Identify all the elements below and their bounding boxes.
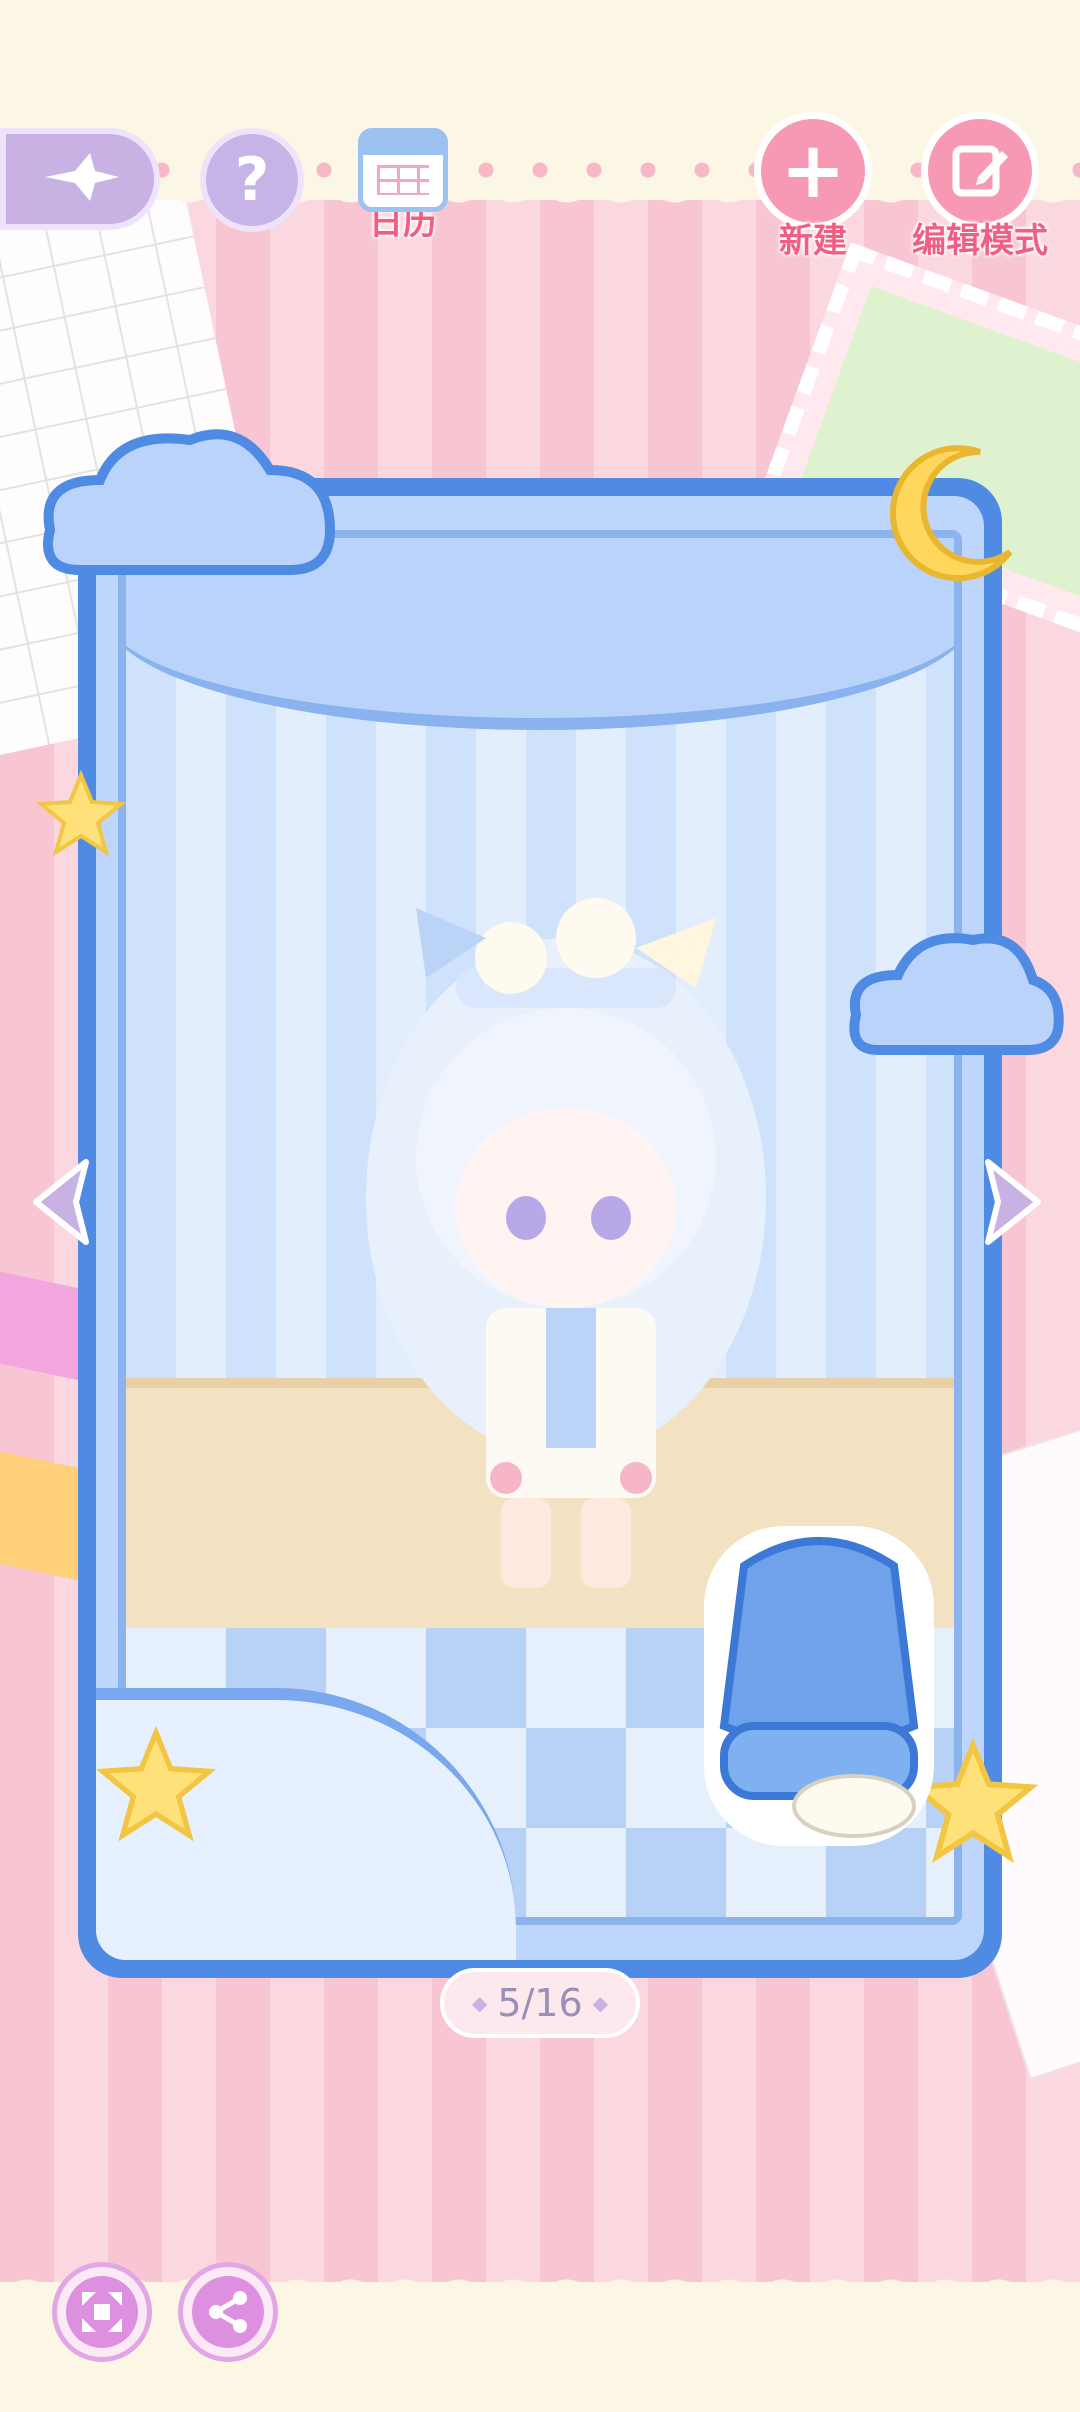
back-sparkle-icon: [35, 147, 125, 211]
page-indicator: ◆ 5/16 ◆: [440, 1968, 640, 2038]
cloud-icon: [43, 429, 336, 575]
armchair-sticker: [704, 1526, 934, 1846]
new-button[interactable]: + 新建: [748, 112, 878, 260]
moon-icon: [889, 445, 1013, 582]
question-icon: ?: [234, 145, 270, 215]
back-button[interactable]: [0, 128, 160, 230]
cloud-icon: [849, 933, 1064, 1055]
star-icon: [96, 1726, 216, 1842]
edit-icon: [921, 112, 1039, 230]
next-arrow-icon[interactable]: [948, 1152, 1048, 1252]
help-button[interactable]: ?: [200, 128, 304, 232]
page-dot-left: ◆: [471, 1991, 488, 2015]
share-button[interactable]: [178, 2262, 278, 2362]
share-icon: [209, 2291, 247, 2333]
new-label: 新建: [779, 221, 847, 261]
page-dot-right: ◆: [592, 1991, 609, 2015]
star-icon: [36, 770, 126, 857]
calendar-icon: [358, 128, 448, 212]
edit-mode-label: 编辑模式: [912, 221, 1048, 261]
edit-mode-button[interactable]: 编辑模式: [890, 112, 1070, 260]
previous-arrow-icon[interactable]: [26, 1152, 126, 1252]
bottom-scallop-banner: [0, 2258, 1080, 2412]
expand-icon: [82, 2292, 122, 2332]
calendar-button[interactable]: 日历: [348, 128, 458, 242]
page-indicator-text: 5/16: [497, 1981, 583, 2025]
fullscreen-button[interactable]: [52, 2262, 152, 2362]
plus-icon: +: [754, 112, 872, 230]
